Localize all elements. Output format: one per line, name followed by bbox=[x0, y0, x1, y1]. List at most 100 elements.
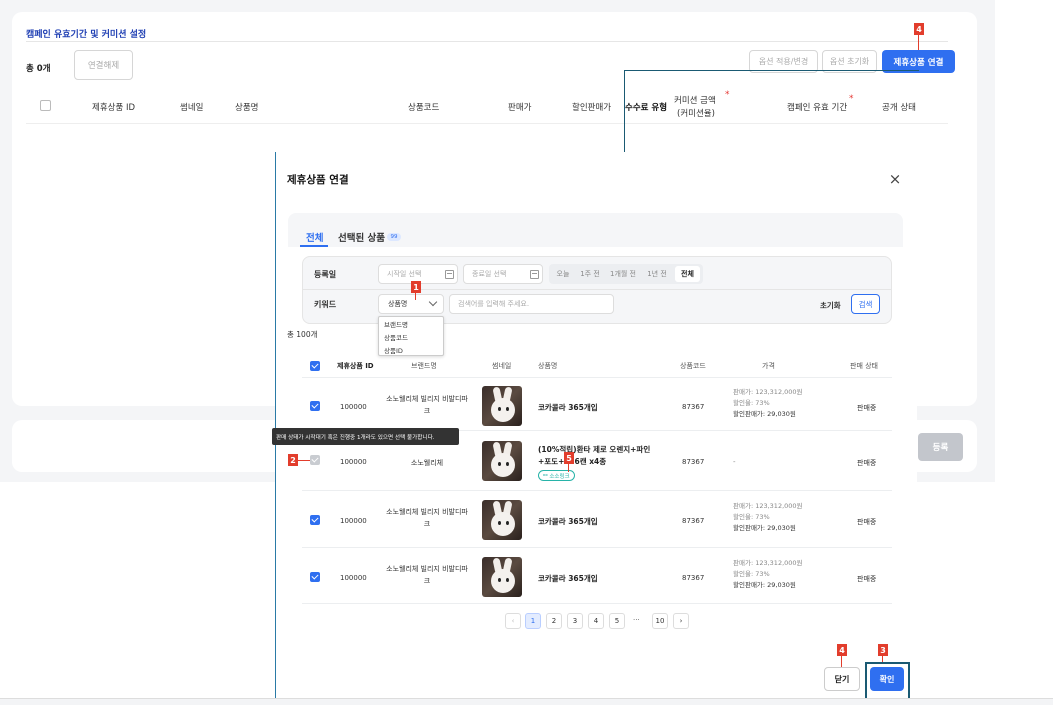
page-button-1[interactable]: 1 bbox=[525, 613, 541, 629]
tab-all[interactable]: 전체 bbox=[306, 230, 323, 244]
row-id: 100000 bbox=[340, 458, 367, 466]
row-divider bbox=[302, 603, 892, 604]
register-button[interactable]: 등록 bbox=[918, 433, 963, 461]
col-price: 판매가 bbox=[508, 103, 532, 113]
row-id: 100000 bbox=[340, 517, 367, 525]
row-divider bbox=[302, 377, 892, 378]
row-price: 판매가: 123,312,000원 할인율: 73% 할인판매가: 29,030원 bbox=[733, 558, 803, 591]
next-page-button[interactable]: › bbox=[673, 613, 689, 629]
keyword-input[interactable]: 검색어를 입력해 주세요. bbox=[449, 294, 614, 314]
link-icon: ⚯ bbox=[543, 472, 548, 479]
pagination-ellipsis: ··· bbox=[633, 616, 640, 624]
row-checkbox[interactable] bbox=[310, 401, 320, 411]
col-public-status: 공개 상태 bbox=[882, 103, 916, 113]
keyword-type-value: 상품명 bbox=[388, 300, 408, 308]
price-line: 할인판매가: 29,030원 bbox=[733, 581, 796, 589]
reg-date-label: 등록일 bbox=[314, 270, 337, 279]
unlink-button[interactable]: 연결해제 bbox=[74, 50, 133, 80]
total-count: 총 0개 bbox=[26, 64, 51, 74]
page-button-3[interactable]: 3 bbox=[567, 613, 583, 629]
price-line: 할인판매가: 29,030원 bbox=[733, 524, 796, 532]
page-button-4[interactable]: 4 bbox=[588, 613, 604, 629]
end-date-placeholder: 종료일 선택 bbox=[472, 270, 507, 278]
prev-page-button[interactable]: ‹ bbox=[505, 613, 521, 629]
section-title: 캠페인 유효기간 및 커미션 설정 bbox=[26, 30, 147, 40]
row-code: 87367 bbox=[682, 574, 705, 582]
row-product-name: (10%적립)환타 제로 오렌지+파인+포도+… 6캔 x4종 bbox=[538, 445, 651, 466]
price-line: 할인율: 73% bbox=[733, 399, 770, 407]
row-brand: 소노웰리체 bbox=[410, 459, 444, 467]
dropdown-option-brand[interactable]: 브랜드명 bbox=[384, 319, 408, 329]
col-product-id: 제휴상품 ID bbox=[92, 103, 136, 113]
tag-label: 소소링크 bbox=[549, 473, 570, 480]
select-all-checkbox[interactable] bbox=[310, 361, 320, 371]
keyword-label: 키워드 bbox=[314, 300, 337, 309]
close-icon[interactable]: × bbox=[886, 170, 904, 188]
row-status: 판매중 bbox=[857, 404, 877, 412]
close-button[interactable]: 닫기 bbox=[824, 667, 860, 691]
period-1week[interactable]: 1주 전 bbox=[577, 264, 603, 284]
required-mark: * bbox=[725, 90, 730, 100]
sosolink-tag: ⚯ 소소링크 bbox=[538, 470, 575, 481]
row-product-name: 코카콜라 365개입 bbox=[538, 574, 598, 583]
dropdown-option-id[interactable]: 상품ID bbox=[384, 345, 403, 355]
row-checkbox[interactable] bbox=[310, 572, 320, 582]
page-button-5[interactable]: 5 bbox=[609, 613, 625, 629]
callout-line bbox=[918, 35, 919, 50]
period-1month[interactable]: 1개월 전 bbox=[606, 264, 640, 284]
keyword-placeholder: 검색어를 입력해 주세요. bbox=[458, 300, 530, 308]
row-checkbox-disabled bbox=[310, 455, 320, 465]
reset-button[interactable]: 초기화 bbox=[820, 300, 841, 311]
row-brand: 소노웰리체 빌리지 비발디파크 bbox=[386, 508, 468, 528]
callout-badge: 1 bbox=[411, 281, 421, 293]
period-1year[interactable]: 1년 전 bbox=[643, 264, 671, 284]
row-product-name: 코카콜라 365개입 bbox=[538, 517, 598, 526]
modal-title: 제휴상품 연결 bbox=[287, 174, 349, 186]
col-product-name: 상품명 bbox=[235, 103, 259, 113]
col-campaign-period: 캠페인 유효 기간 bbox=[787, 103, 848, 113]
row-status: 판매중 bbox=[857, 459, 877, 467]
col-product-id: 제휴상품 ID bbox=[337, 362, 374, 370]
product-thumbnail bbox=[482, 386, 522, 426]
guide-line bbox=[624, 70, 919, 71]
row-price: - bbox=[733, 458, 736, 466]
row-code: 87367 bbox=[682, 517, 705, 525]
period-all[interactable]: 전체 bbox=[675, 266, 700, 282]
col-product-code: 상품코드 bbox=[680, 362, 706, 370]
col-sale-status: 판매 상태 bbox=[850, 362, 878, 370]
search-button[interactable]: 검색 bbox=[851, 294, 880, 314]
col-product-name: 상품명 bbox=[538, 362, 558, 370]
page-button-10[interactable]: 10 bbox=[652, 613, 668, 629]
row-checkbox[interactable] bbox=[310, 515, 320, 525]
calendar-icon[interactable] bbox=[530, 270, 539, 279]
page-button-2[interactable]: 2 bbox=[546, 613, 562, 629]
bottom-strip bbox=[0, 698, 1053, 705]
price-line: 판매가: 123,312,000원 bbox=[733, 388, 803, 396]
callout-line bbox=[415, 293, 416, 300]
row-status: 판매중 bbox=[857, 518, 877, 526]
period-today[interactable]: 오늘 bbox=[552, 264, 574, 284]
title-divider bbox=[26, 41, 948, 42]
product-thumbnail bbox=[482, 441, 522, 481]
callout-badge: 4 bbox=[914, 23, 924, 35]
calendar-icon[interactable] bbox=[445, 270, 454, 279]
row-id: 100000 bbox=[340, 403, 367, 411]
total-count: 총 100개 bbox=[287, 330, 318, 339]
callout-line bbox=[568, 464, 569, 472]
col-commission-rate: (커미션율) bbox=[677, 109, 715, 119]
product-thumbnail bbox=[482, 557, 522, 597]
col-discount-price: 할인판매가 bbox=[572, 103, 612, 113]
active-tab-indicator bbox=[300, 245, 328, 247]
price-line: 할인율: 73% bbox=[733, 570, 770, 578]
row-brand: 소노웰리체 빌리지 비발디파크 bbox=[386, 565, 468, 585]
select-all-checkbox[interactable] bbox=[40, 100, 51, 111]
col-fee-type: 수수료 유형 bbox=[625, 103, 668, 113]
callout-line bbox=[298, 460, 310, 461]
col-product-code: 상품코드 bbox=[408, 103, 440, 113]
row-product-name: 코카콜라 365개입 bbox=[538, 403, 598, 412]
tab-selected-products[interactable]: 선택된 상품 bbox=[338, 230, 385, 244]
dropdown-option-code[interactable]: 상품코드 bbox=[384, 332, 408, 342]
price-line: 할인판매가: 29,030원 bbox=[733, 410, 796, 418]
row-id: 100000 bbox=[340, 574, 367, 582]
col-thumbnail: 썸네일 bbox=[492, 362, 512, 370]
